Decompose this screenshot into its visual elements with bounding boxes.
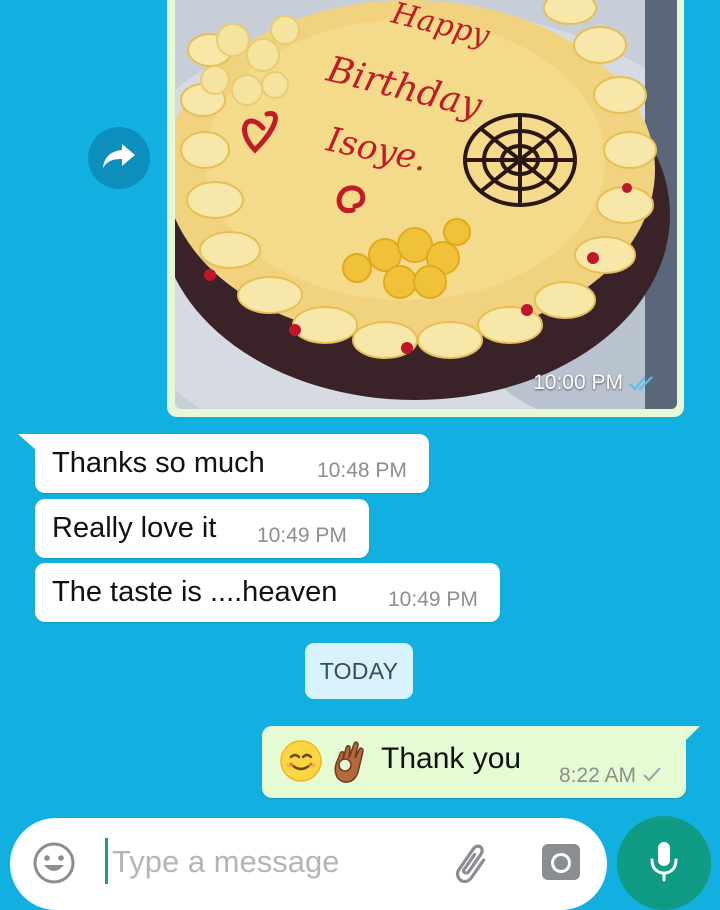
message-time: 10:49 PM bbox=[257, 524, 347, 547]
incoming-message-bubble[interactable]: The taste is ....heaven 10:49 PM bbox=[35, 563, 500, 622]
message-text: The taste is ....heaven bbox=[52, 576, 338, 608]
message-text: Really love it bbox=[52, 512, 217, 544]
text-cursor bbox=[105, 838, 108, 884]
message-time: 8:22 AM bbox=[558, 764, 636, 787]
message-composer: Type a message bbox=[10, 818, 607, 910]
message-time: 10:48 PM bbox=[317, 459, 407, 482]
emoji-icon[interactable] bbox=[32, 841, 76, 890]
camera-icon[interactable] bbox=[540, 842, 582, 887]
single-check-icon bbox=[642, 764, 662, 788]
image-message-time: 10:00 PM bbox=[533, 371, 623, 394]
message-meta: 8:22 AM bbox=[559, 764, 662, 788]
ok-hand-emoji bbox=[330, 738, 366, 789]
message-input[interactable]: Type a message bbox=[112, 844, 339, 880]
double-check-icon bbox=[629, 375, 655, 391]
incoming-message-bubble[interactable]: Thanks so much 10:48 PM bbox=[35, 434, 429, 493]
attach-icon[interactable] bbox=[450, 838, 496, 893]
forward-button[interactable] bbox=[88, 127, 150, 189]
incoming-message-bubble[interactable]: Really love it 10:49 PM bbox=[35, 499, 369, 558]
image-message-bubble[interactable]: Happy Birthday Isoye. 10:00 PM bbox=[167, 0, 684, 417]
cake-photo[interactable]: Happy Birthday Isoye. 10:00 PM bbox=[175, 0, 677, 409]
voice-message-button[interactable] bbox=[617, 816, 711, 910]
smiling-face-emoji bbox=[280, 740, 322, 787]
image-message-meta: 10:00 PM bbox=[533, 371, 655, 395]
share-arrow-icon bbox=[102, 142, 136, 175]
message-text: Thank you bbox=[381, 742, 522, 775]
microphone-icon bbox=[649, 840, 679, 887]
outgoing-message-bubble[interactable]: Thank you 8:22 AM bbox=[262, 726, 686, 798]
date-divider: TODAY bbox=[305, 643, 413, 699]
message-text: Thanks so much bbox=[52, 447, 265, 479]
message-time: 10:49 PM bbox=[388, 588, 478, 611]
incoming-bubble-tail bbox=[18, 434, 36, 450]
outgoing-bubble-tail bbox=[684, 726, 700, 742]
